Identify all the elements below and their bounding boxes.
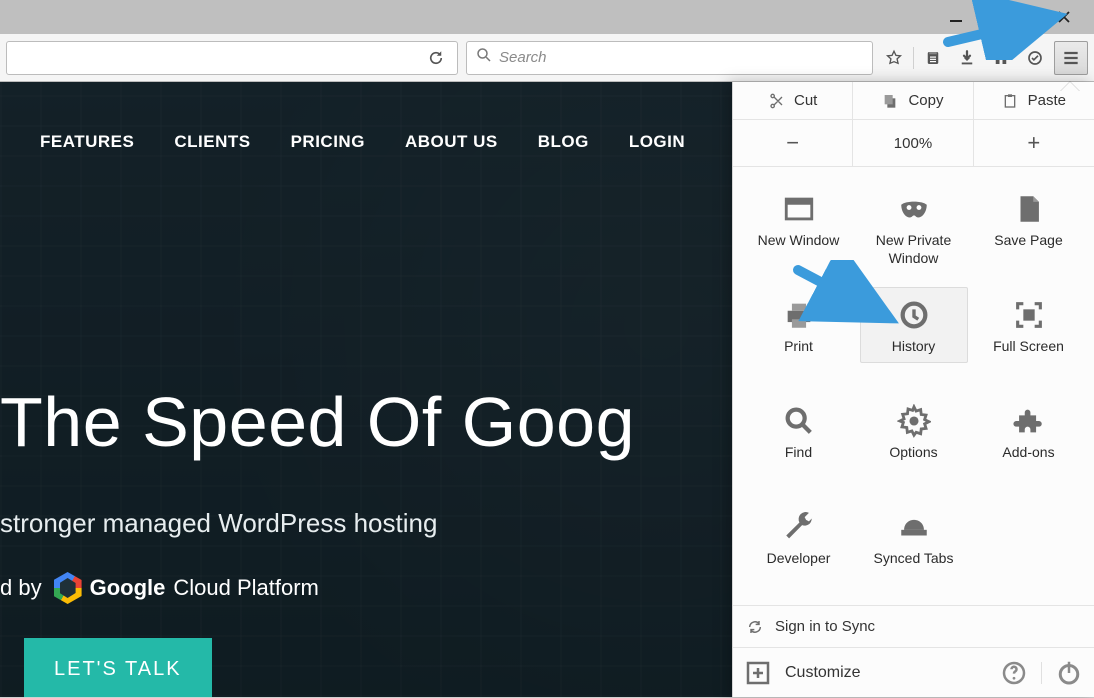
paste-label: Paste xyxy=(1028,92,1066,109)
save-page-button[interactable]: Save Page xyxy=(975,181,1083,257)
nav-blog[interactable]: BLOG xyxy=(538,132,589,152)
sign-in-to-sync-button[interactable]: Sign in to Sync xyxy=(733,605,1094,647)
wrench-icon xyxy=(782,510,816,544)
tabs-icon xyxy=(897,510,931,544)
hero-title: The Speed Of Goog xyxy=(0,382,635,462)
search-input[interactable] xyxy=(499,49,864,66)
cut-label: Cut xyxy=(794,92,817,109)
cut-button[interactable]: Cut xyxy=(733,82,853,119)
paste-button[interactable]: Paste xyxy=(974,82,1094,119)
help-button[interactable] xyxy=(999,658,1029,688)
downloads-button[interactable] xyxy=(952,43,982,73)
addons-button[interactable]: Add-ons xyxy=(975,393,1083,469)
window-minimize-button[interactable] xyxy=(934,2,978,32)
home-button[interactable] xyxy=(986,43,1016,73)
url-bar[interactable] xyxy=(6,41,458,75)
new-private-window-button[interactable]: New Private Window xyxy=(860,181,968,274)
puzzle-icon xyxy=(1012,404,1046,438)
toolbar-separator xyxy=(913,47,914,69)
nav-features[interactable]: FEATURES xyxy=(40,132,134,152)
customize-plus-icon xyxy=(743,658,773,688)
gear-icon xyxy=(897,404,931,438)
scissors-icon xyxy=(768,93,784,109)
window-maximize-button[interactable] xyxy=(988,2,1032,32)
nav-about[interactable]: ABOUT US xyxy=(405,132,498,152)
nav-clients[interactable]: CLIENTS xyxy=(174,132,250,152)
sync-icon xyxy=(747,619,763,635)
options-button[interactable]: Options xyxy=(860,393,968,469)
clipboard-icon xyxy=(1002,93,1018,109)
gcp-product: Cloud Platform xyxy=(173,575,319,601)
window-icon xyxy=(782,192,816,226)
bookmark-star-button[interactable] xyxy=(879,43,909,73)
copy-icon xyxy=(882,93,898,109)
copy-button[interactable]: Copy xyxy=(853,82,973,119)
hamburger-menu-panel: Cut Copy Paste − 100% + New Window N xyxy=(732,82,1094,697)
reload-button[interactable] xyxy=(421,43,451,73)
fullscreen-icon xyxy=(1012,298,1046,332)
developer-button[interactable]: Developer xyxy=(745,499,853,575)
window-close-button[interactable] xyxy=(1042,2,1086,32)
nav-pricing[interactable]: PRICING xyxy=(291,132,365,152)
zoom-in-button[interactable]: + xyxy=(974,120,1094,166)
search-box[interactable] xyxy=(466,41,873,75)
find-button[interactable]: Find xyxy=(745,393,853,469)
synced-tabs-button[interactable]: Synced Tabs xyxy=(860,499,968,575)
powered-by-prefix: d by xyxy=(0,575,42,601)
hero-subtitle: stronger managed WordPress hosting xyxy=(0,508,437,539)
browser-toolbar xyxy=(0,34,1094,82)
sign-in-label: Sign in to Sync xyxy=(775,618,875,635)
shield-button[interactable] xyxy=(1020,43,1050,73)
gcp-hex-icon xyxy=(54,572,82,604)
powered-by-line: d by Google Cloud Platform xyxy=(0,572,319,604)
reader-list-button[interactable] xyxy=(918,43,948,73)
new-window-button[interactable]: New Window xyxy=(745,181,853,257)
copy-label: Copy xyxy=(908,92,943,109)
mask-icon xyxy=(897,192,931,226)
page-icon xyxy=(1012,192,1046,226)
gcp-logo: Google Cloud Platform xyxy=(54,572,319,604)
search-icon xyxy=(782,404,816,438)
full-screen-button[interactable]: Full Screen xyxy=(975,287,1083,363)
print-button[interactable]: Print xyxy=(745,287,853,363)
zoom-out-button[interactable]: − xyxy=(733,120,853,166)
lets-talk-button[interactable]: LET'S TALK xyxy=(24,638,212,697)
clock-icon xyxy=(897,298,931,332)
edit-row: Cut Copy Paste xyxy=(733,82,1094,120)
menu-tiles-grid: New Window New Private Window Save Page … xyxy=(733,167,1094,605)
hamburger-menu-button[interactable] xyxy=(1054,41,1088,75)
zoom-row: − 100% + xyxy=(733,120,1094,167)
history-button[interactable]: History xyxy=(860,287,968,363)
customize-button[interactable]: Customize xyxy=(785,664,861,682)
window-titlebar xyxy=(0,0,1094,34)
printer-icon xyxy=(782,298,816,332)
quit-button[interactable] xyxy=(1054,658,1084,688)
search-icon xyxy=(475,46,493,69)
zoom-value: 100% xyxy=(853,120,973,166)
gcp-brand: Google xyxy=(90,575,166,601)
nav-login[interactable]: LOGIN xyxy=(629,132,685,152)
